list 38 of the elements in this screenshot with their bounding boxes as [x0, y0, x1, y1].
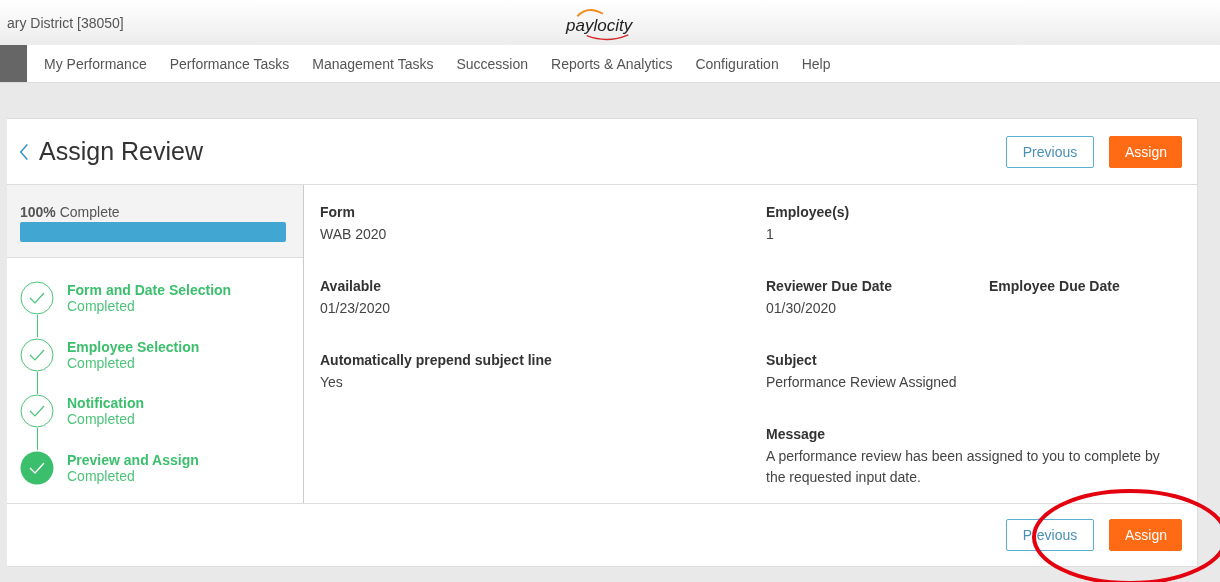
step-title[interactable]: Preview and Assign	[67, 451, 199, 468]
step-status: Completed	[67, 411, 136, 428]
assign-button[interactable]: Assign	[1109, 519, 1182, 551]
field-label: Subject	[766, 352, 818, 368]
nav-link[interactable]: Configuration	[695, 55, 779, 72]
field-label: Automatically prepend subject line	[320, 352, 553, 368]
field-label: Reviewer Due Date	[766, 278, 894, 294]
field-label: Form	[320, 204, 356, 220]
assign-button[interactable]: Assign	[1109, 135, 1182, 168]
field-label: Employee(s)	[766, 204, 851, 220]
step-title[interactable]: Employee Selection	[67, 338, 200, 355]
page-title: Assign Review	[39, 137, 203, 166]
organization-name: ary District [38050]	[6, 14, 124, 31]
nav-link[interactable]: Reports & Analytics	[551, 55, 673, 72]
nav-link[interactable]: My Performance	[44, 55, 147, 72]
previous-button[interactable]: Previous	[1006, 135, 1094, 168]
field-value: 01/23/2020	[320, 299, 392, 318]
field-value: 01/30/2020	[766, 299, 838, 318]
step-status: Completed	[67, 354, 136, 371]
field-label: Available	[320, 278, 382, 294]
back-chevron-icon[interactable]	[19, 141, 29, 162]
nav-link[interactable]: Performance Tasks	[169, 55, 290, 72]
nav-link[interactable]: Management Tasks	[312, 55, 434, 72]
field-value: 1	[766, 225, 775, 244]
field-value: Yes	[320, 373, 344, 392]
step-title[interactable]: Form and Date Selection	[67, 282, 232, 299]
step-title[interactable]: Notification	[67, 395, 144, 412]
nav-link[interactable]: Succession	[456, 55, 528, 72]
step-status: Completed	[67, 467, 136, 484]
field-value: WAB 2020	[320, 225, 388, 244]
field-label: Employee Due Date	[989, 278, 1121, 294]
field-value: A performance review has been assigned to you to complete by the requested input date.	[766, 447, 1161, 487]
nav-link[interactable]: Help	[801, 55, 831, 72]
step-status: Completed	[67, 298, 136, 315]
field-label: Message	[766, 426, 827, 442]
logo: paylocity	[560, 6, 640, 42]
progress-label: 100% Complete	[20, 204, 121, 220]
field-value: Performance Review Assigned	[766, 373, 958, 392]
